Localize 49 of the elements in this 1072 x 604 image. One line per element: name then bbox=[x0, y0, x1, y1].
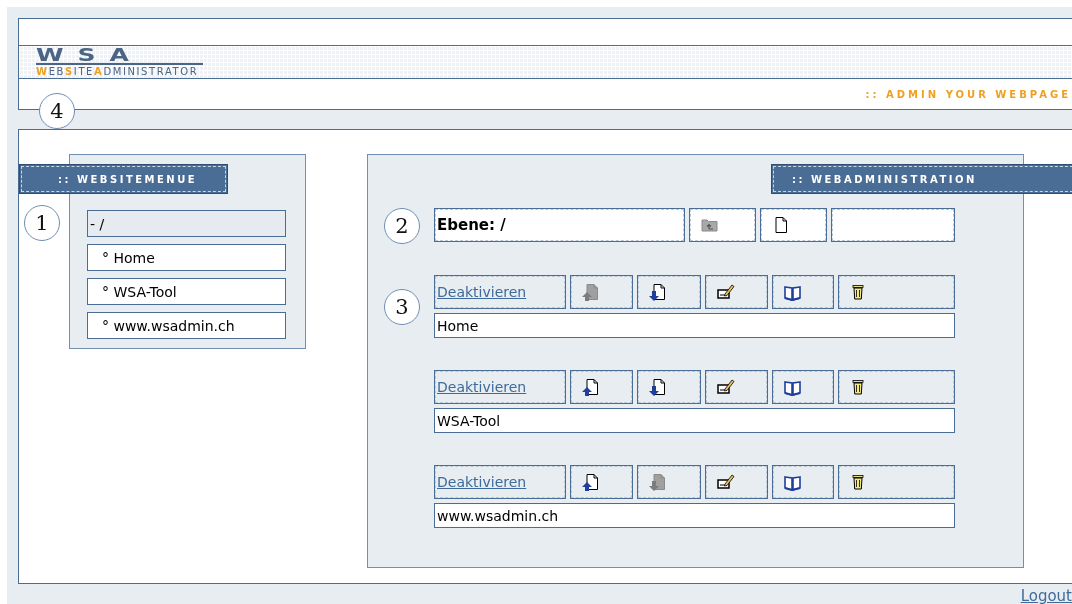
page-down-arrow-icon bbox=[649, 473, 668, 491]
page-icon bbox=[772, 216, 790, 234]
open-book-icon bbox=[783, 283, 802, 301]
move-down-button[interactable] bbox=[637, 370, 701, 404]
delete-button[interactable] bbox=[838, 370, 955, 404]
callout-number: 3 bbox=[384, 289, 420, 325]
move-down-button[interactable] bbox=[637, 275, 701, 309]
card-pencil-icon bbox=[716, 473, 735, 491]
page-name-field: www.wsadmin.ch bbox=[434, 503, 955, 528]
deactivate-link[interactable]: Deaktivieren bbox=[434, 275, 567, 309]
deactivate-link[interactable]: Deaktivieren bbox=[434, 370, 567, 404]
menu-item[interactable]: ° www.wsadmin.ch bbox=[87, 312, 286, 339]
page-down-arrow-icon bbox=[649, 283, 668, 301]
page-name-field: WSA-Tool bbox=[434, 408, 955, 433]
edit-button[interactable] bbox=[704, 370, 768, 404]
book-button[interactable] bbox=[771, 465, 835, 499]
open-book-icon bbox=[783, 378, 802, 396]
level-label: Ebene: / bbox=[434, 208, 685, 242]
page-up-arrow-icon bbox=[582, 378, 601, 396]
section-heading: :: WEBSITEMENUE bbox=[19, 164, 228, 194]
menu-item[interactable]: - / bbox=[87, 210, 286, 237]
book-button[interactable] bbox=[771, 275, 835, 309]
callout-number: 4 bbox=[39, 93, 75, 129]
callout-number: 1 bbox=[24, 205, 60, 241]
section-heading: :: WEBADMINISTRATION bbox=[771, 164, 1072, 194]
page-up-arrow-icon bbox=[582, 283, 601, 301]
edit-button[interactable] bbox=[704, 465, 768, 499]
delete-button[interactable] bbox=[838, 275, 955, 309]
book-button[interactable] bbox=[771, 370, 835, 404]
page-name-field: Home bbox=[434, 313, 955, 338]
menu-item[interactable]: ° Home bbox=[87, 244, 286, 271]
edit-button[interactable] bbox=[704, 275, 768, 309]
delete-button[interactable] bbox=[838, 465, 955, 499]
tagline: :: ADMIN YOUR WEBPAGE bbox=[865, 88, 1071, 100]
card-pencil-icon bbox=[716, 378, 735, 396]
logo-title: WSA bbox=[36, 47, 203, 65]
new-page-button[interactable] bbox=[760, 208, 827, 242]
deactivate-link[interactable]: Deaktivieren bbox=[434, 465, 567, 499]
page-up-arrow-icon bbox=[582, 473, 601, 491]
open-book-icon bbox=[783, 473, 802, 491]
logo-subtitle: WEBSITEADMINISTRATOR bbox=[36, 66, 200, 78]
move-up-button[interactable] bbox=[570, 465, 634, 499]
callout-number: 2 bbox=[384, 208, 420, 244]
folder-up-icon bbox=[701, 216, 719, 234]
logout-link[interactable]: Logout bbox=[1020, 587, 1072, 604]
menu-item[interactable]: ° WSA-Tool bbox=[87, 278, 286, 305]
move-up-button[interactable] bbox=[570, 370, 634, 404]
card-pencil-icon bbox=[716, 283, 735, 301]
page-down-arrow-icon bbox=[649, 378, 668, 396]
